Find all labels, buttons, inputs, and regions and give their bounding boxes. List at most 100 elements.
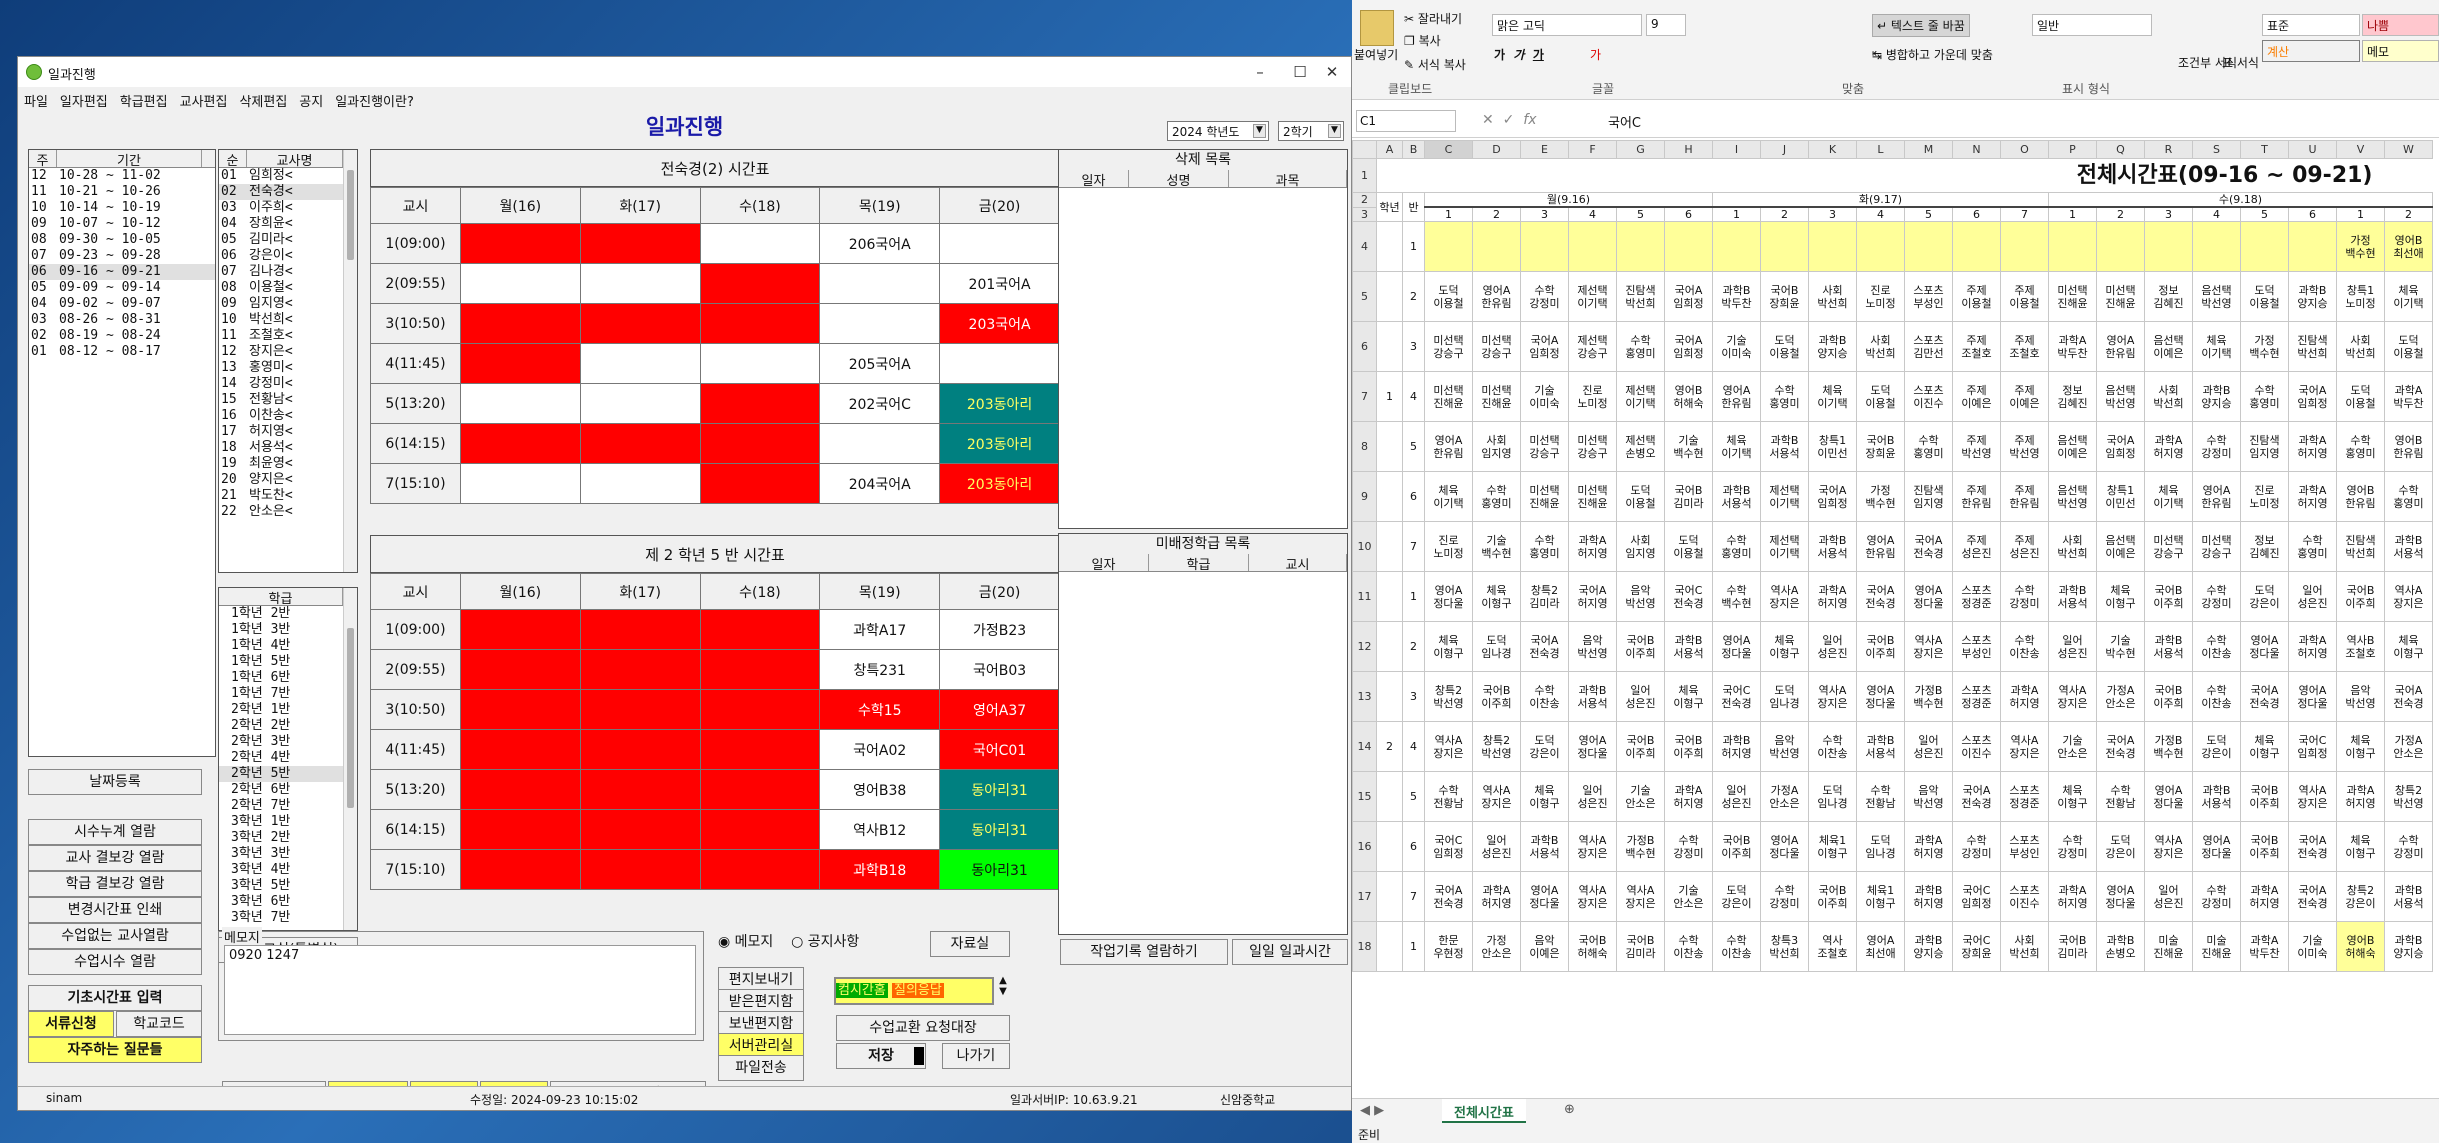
teacher-row[interactable]: 11 조철호<	[219, 328, 357, 344]
schedule-cell[interactable]: 국어B 이주희	[2336, 571, 2385, 622]
schedule-cell[interactable]: 음악 박선영	[2336, 671, 2385, 722]
period-header[interactable]: 3	[1808, 206, 1857, 222]
grade-cell[interactable]	[1376, 621, 1403, 672]
teacher-row[interactable]: 06 강은이<	[219, 248, 357, 264]
class-row[interactable]: 1학년 7반	[219, 686, 357, 702]
schedule-cell[interactable]: 수학 강정미	[2192, 571, 2241, 622]
week-row[interactable]: 12 10-28 ~ 11-02	[29, 168, 215, 184]
ticker-arrows-icon[interactable]: ▲ ▼	[996, 975, 1010, 1007]
tt-cell[interactable]	[459, 849, 581, 890]
schedule-cell[interactable]: 진로 노미정	[1424, 521, 1473, 572]
schedule-cell[interactable]: 영어A 최선애	[1856, 921, 1905, 972]
tt-cell[interactable]	[579, 649, 701, 690]
class-row[interactable]: 2학년 5반	[219, 766, 357, 782]
schedule-cell[interactable]: 기술 안소은	[1664, 871, 1713, 922]
tt-cell[interactable]	[459, 463, 581, 504]
schedule-cell[interactable]: 영어A 정다울	[1568, 721, 1617, 772]
week-list[interactable]: 주 기간 12 10-28 ~ 11-02 11 10-21 ~ 10-26 10 10-…	[28, 149, 216, 757]
teacher-row[interactable]: 01 임희정<	[219, 168, 357, 184]
schedule-cell[interactable]: 도덕 강은이	[2096, 821, 2145, 872]
schedule-cell[interactable]: 체육1 이형구	[1856, 871, 1905, 922]
schedule-cell[interactable]: 체육 이기택	[2144, 471, 2193, 522]
row-number[interactable]: 5	[1352, 271, 1377, 322]
schedule-cell[interactable]: 과학B 서용석	[2144, 621, 2193, 672]
schedule-cell[interactable]: 도덕 강은이	[2192, 721, 2241, 772]
schedule-cell[interactable]: 가정 백수현	[2240, 321, 2289, 372]
schedule-cell[interactable]: 주제 이용철	[1952, 271, 2001, 322]
tt-cell[interactable]	[939, 343, 1060, 384]
class-cell[interactable]: 3	[1402, 671, 1425, 722]
tt-cell[interactable]	[459, 769, 581, 810]
schedule-cell[interactable]: 과학A 허지영	[2000, 671, 2049, 722]
tt-cell[interactable]: 영어B38	[819, 769, 941, 810]
schedule-cell[interactable]: 기술 이미숙	[2288, 921, 2337, 972]
tt-cell[interactable]: 206국어A	[819, 223, 941, 264]
schedule-cell[interactable]: 사회 박선희	[2048, 521, 2097, 572]
schedule-cell[interactable]: 수학 강정미	[2192, 421, 2241, 472]
teacher-row[interactable]: 16 이찬송<	[219, 408, 357, 424]
schedule-cell[interactable]: 진탐색 임지영	[1904, 471, 1953, 522]
schedule-cell[interactable]: 과학A 허지영	[2288, 421, 2337, 472]
schedule-cell[interactable]: 진탐색 박선희	[2336, 521, 2385, 572]
corner-cell[interactable]	[1352, 140, 1377, 159]
tt-cell[interactable]	[579, 303, 701, 344]
schedule-cell[interactable]: 음악 박선영	[1568, 621, 1617, 672]
schedule-cell[interactable]: 과학B 양지승	[1904, 921, 1953, 972]
schedule-cell[interactable]: 국어C 임희정	[1424, 821, 1473, 872]
schedule-cell[interactable]: 사회 박선희	[1808, 271, 1857, 322]
schedule-cell[interactable]: 가정 백수현	[1856, 471, 1905, 522]
schedule-cell[interactable]: 수학 홍영미	[2288, 521, 2337, 572]
schedule-cell[interactable]: 미선택 강승구	[2144, 521, 2193, 572]
schedule-cell[interactable]: 수학 강정미	[1664, 821, 1713, 872]
class-cell[interactable]: 3	[1402, 321, 1425, 372]
schedule-cell[interactable]: 국어B 이주희	[1664, 721, 1713, 772]
period-header[interactable]: 4	[1856, 206, 1905, 222]
schedule-cell[interactable]: 주제 박선영	[1952, 421, 2001, 472]
schedule-cell[interactable]: 과학B 양지승	[1808, 321, 1857, 372]
schedule-cell[interactable]: 스포츠 정경준	[1952, 571, 2001, 622]
schedule-cell[interactable]: 스포츠 부성인	[1952, 621, 2001, 672]
column-letter[interactable]: V	[2336, 140, 2385, 159]
schedule-cell[interactable]: 수학 강정미	[1520, 271, 1569, 322]
teacher-absence-button[interactable]: 교사 결보강 열람	[28, 845, 202, 871]
class-row[interactable]: 1학년 2반	[219, 606, 357, 622]
schedule-cell[interactable]: 진로 노미정	[2240, 471, 2289, 522]
schedule-cell[interactable]: 과학B 서용석	[2048, 571, 2097, 622]
schedule-cell[interactable]: 체육 이기택	[1808, 371, 1857, 422]
class-cell[interactable]: 5	[1402, 771, 1425, 822]
schedule-cell[interactable]: 수학 강정미	[2192, 871, 2241, 922]
schedule-cell[interactable]: 수학 이찬송	[2000, 621, 2049, 672]
schedule-cell[interactable]: 영어A 한유림	[1472, 271, 1521, 322]
grade-cell[interactable]	[1376, 771, 1403, 822]
class-row[interactable]: 3학년 6반	[219, 894, 357, 910]
schedule-cell[interactable]: 국어A 전숙경	[1520, 621, 1569, 672]
class-row[interactable]: 2학년 4반	[219, 750, 357, 766]
schedule-cell[interactable]: 기술 이미숙	[1520, 371, 1569, 422]
schedule-cell[interactable]: 제선택 이기택	[1568, 271, 1617, 322]
schedule-cell[interactable]: 과학B 서용석	[2192, 771, 2241, 822]
schedule-cell[interactable]: 도덕 강은이	[1712, 871, 1761, 922]
schedule-cell[interactable]: 음선택 이예은	[2096, 521, 2145, 572]
schedule-cell[interactable]: 가정 안소은	[1472, 921, 1521, 972]
tt-cell[interactable]	[819, 303, 941, 344]
schedule-cell[interactable]: 과학B 서용석	[1808, 521, 1857, 572]
schedule-cell[interactable]: 영어A 정다울	[1520, 871, 1569, 922]
tt-cell[interactable]	[459, 649, 581, 690]
schedule-cell[interactable]: 수학 홍영미	[1520, 521, 1569, 572]
schedule-cell[interactable]: 도덕 임나경	[1472, 621, 1521, 672]
schedule-cell[interactable]: 영어A 정다울	[2192, 821, 2241, 872]
row-number[interactable]: 15	[1352, 771, 1377, 822]
schedule-cell[interactable]: 수학 홍영미	[1616, 321, 1665, 372]
schedule-cell[interactable]: 영어A 한유림	[1424, 421, 1473, 472]
schedule-cell[interactable]: 스포츠 김만선	[1904, 321, 1953, 372]
schedule-cell[interactable]	[1760, 221, 1809, 272]
week-row[interactable]: 08 09-30 ~ 10-05	[29, 232, 215, 248]
schedule-cell[interactable]: 영어B 한유림	[2336, 471, 2385, 522]
style-memo[interactable]: 메모	[2362, 40, 2439, 62]
schedule-cell[interactable]: 스포츠 이진수	[1904, 371, 1953, 422]
schedule-cell[interactable]: 주제 성은진	[1952, 521, 2001, 572]
schedule-cell[interactable]: 스포츠 정경준	[1952, 671, 2001, 722]
menu-item[interactable]: 일과진행이란?	[329, 87, 420, 114]
column-letter[interactable]: G	[1616, 140, 1665, 159]
tt-cell[interactable]	[699, 849, 821, 890]
